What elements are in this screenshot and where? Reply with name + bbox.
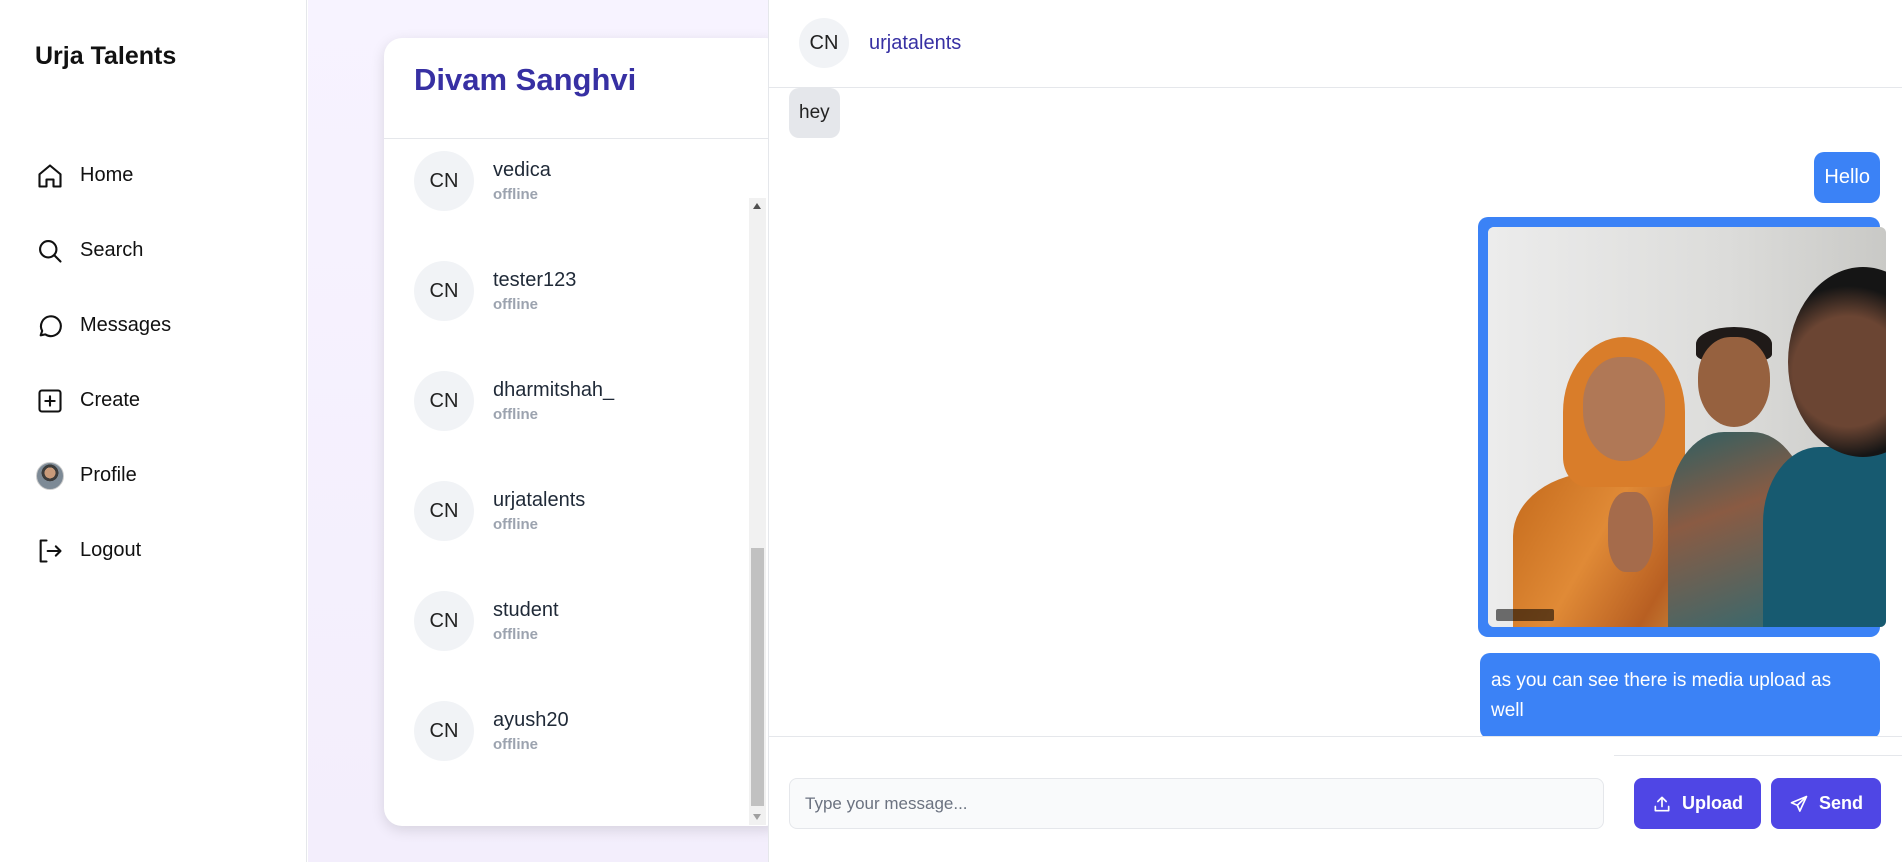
contacts-card: Divam Sanghvi CN vedica offline CN teste… — [384, 38, 784, 826]
contact-avatar: CN — [414, 371, 474, 431]
sidebar-item-logout[interactable]: Logout — [35, 513, 171, 588]
shared-photo[interactable] — [1488, 227, 1886, 627]
sidebar-item-label: Search — [80, 239, 144, 261]
contact-item[interactable]: CN ayush20 offline — [414, 700, 569, 762]
watermark-badge — [1496, 609, 1554, 621]
contact-name: dharmitshah_ — [493, 379, 615, 401]
send-button-label: Send — [1818, 793, 1863, 813]
sidebar: Urja Talents Home Search Messages Create — [0, 0, 307, 862]
plus-square-icon — [35, 386, 65, 416]
message-input[interactable] — [789, 778, 1604, 829]
chat-header-name[interactable]: urjatalents — [869, 32, 961, 55]
message-circle-icon — [35, 311, 65, 341]
sidebar-item-label: Logout — [80, 539, 142, 561]
contact-name: ayush20 — [493, 709, 569, 731]
divider — [384, 138, 784, 139]
contact-status: offline — [493, 186, 538, 203]
brand-logo[interactable]: Urja Talents — [35, 42, 176, 71]
sidebar-item-label: Home — [80, 164, 134, 186]
contact-avatar: CN — [414, 701, 474, 761]
send-button[interactable]: Send — [1771, 778, 1881, 829]
contact-status: offline — [493, 516, 538, 533]
message-composer: Upload Send — [769, 736, 1902, 862]
contact-status: offline — [493, 296, 538, 313]
contact-name: vedica — [493, 159, 551, 181]
chat-header-avatar: CN — [799, 18, 849, 68]
contact-status: offline — [493, 406, 538, 423]
sidebar-nav: Home Search Messages Create Profile Logo… — [35, 138, 171, 588]
sidebar-item-messages[interactable]: Messages — [35, 288, 171, 363]
contact-avatar: CN — [414, 481, 474, 541]
incoming-message: hey — [789, 88, 840, 138]
chat-header: CN urjatalents — [769, 0, 1902, 88]
home-icon — [35, 161, 65, 191]
search-icon — [35, 236, 65, 266]
contact-name: urjatalents — [493, 489, 586, 511]
contact-item[interactable]: CN dharmitshah_ offline — [414, 370, 614, 432]
contact-item[interactable]: CN vedica offline — [414, 150, 551, 212]
sidebar-item-label: Create — [80, 389, 141, 411]
message-list[interactable]: hey Hello as you can see there is media … — [769, 88, 1902, 736]
sidebar-item-label: Profile — [80, 464, 137, 486]
chat-panel: CN urjatalents hey Hello as you can see … — [768, 0, 1902, 862]
contact-avatar: CN — [414, 591, 474, 651]
contact-avatar: CN — [414, 151, 474, 211]
contact-item[interactable]: CN student offline — [414, 590, 559, 652]
upload-icon — [1652, 794, 1672, 814]
contact-status: offline — [493, 736, 538, 753]
logout-icon — [35, 536, 65, 566]
outgoing-message: as you can see there is media upload as … — [1480, 653, 1880, 736]
divider — [1614, 755, 1902, 756]
sidebar-item-home[interactable]: Home — [35, 138, 171, 213]
sidebar-item-profile[interactable]: Profile — [35, 438, 171, 513]
upload-button[interactable]: Upload — [1634, 778, 1761, 829]
outgoing-media-message[interactable] — [1478, 217, 1886, 637]
avatar — [35, 461, 65, 491]
contact-name: student — [493, 599, 559, 621]
sidebar-item-search[interactable]: Search — [35, 213, 171, 288]
contact-status: offline — [493, 626, 538, 643]
contacts-panel-title: Divam Sanghvi — [414, 62, 637, 97]
send-icon — [1789, 794, 1809, 814]
contact-item[interactable]: CN urjatalents offline — [414, 480, 585, 542]
sidebar-item-create[interactable]: Create — [35, 363, 171, 438]
upload-button-label: Upload — [1682, 793, 1743, 813]
contact-avatar: CN — [414, 261, 474, 321]
outgoing-message: Hello — [1814, 152, 1880, 203]
scroll-thumb[interactable] — [751, 548, 764, 806]
scroll-up-arrow-icon[interactable] — [753, 203, 761, 209]
scroll-down-arrow-icon[interactable] — [753, 814, 761, 820]
contact-item[interactable]: CN tester123 offline — [414, 260, 576, 322]
sidebar-item-label: Messages — [80, 314, 172, 336]
contact-name: tester123 — [493, 269, 577, 291]
contact-list-scrollbar[interactable] — [749, 198, 766, 825]
contact-list[interactable]: CN vedica offline CN tester123 offline C… — [384, 150, 750, 776]
